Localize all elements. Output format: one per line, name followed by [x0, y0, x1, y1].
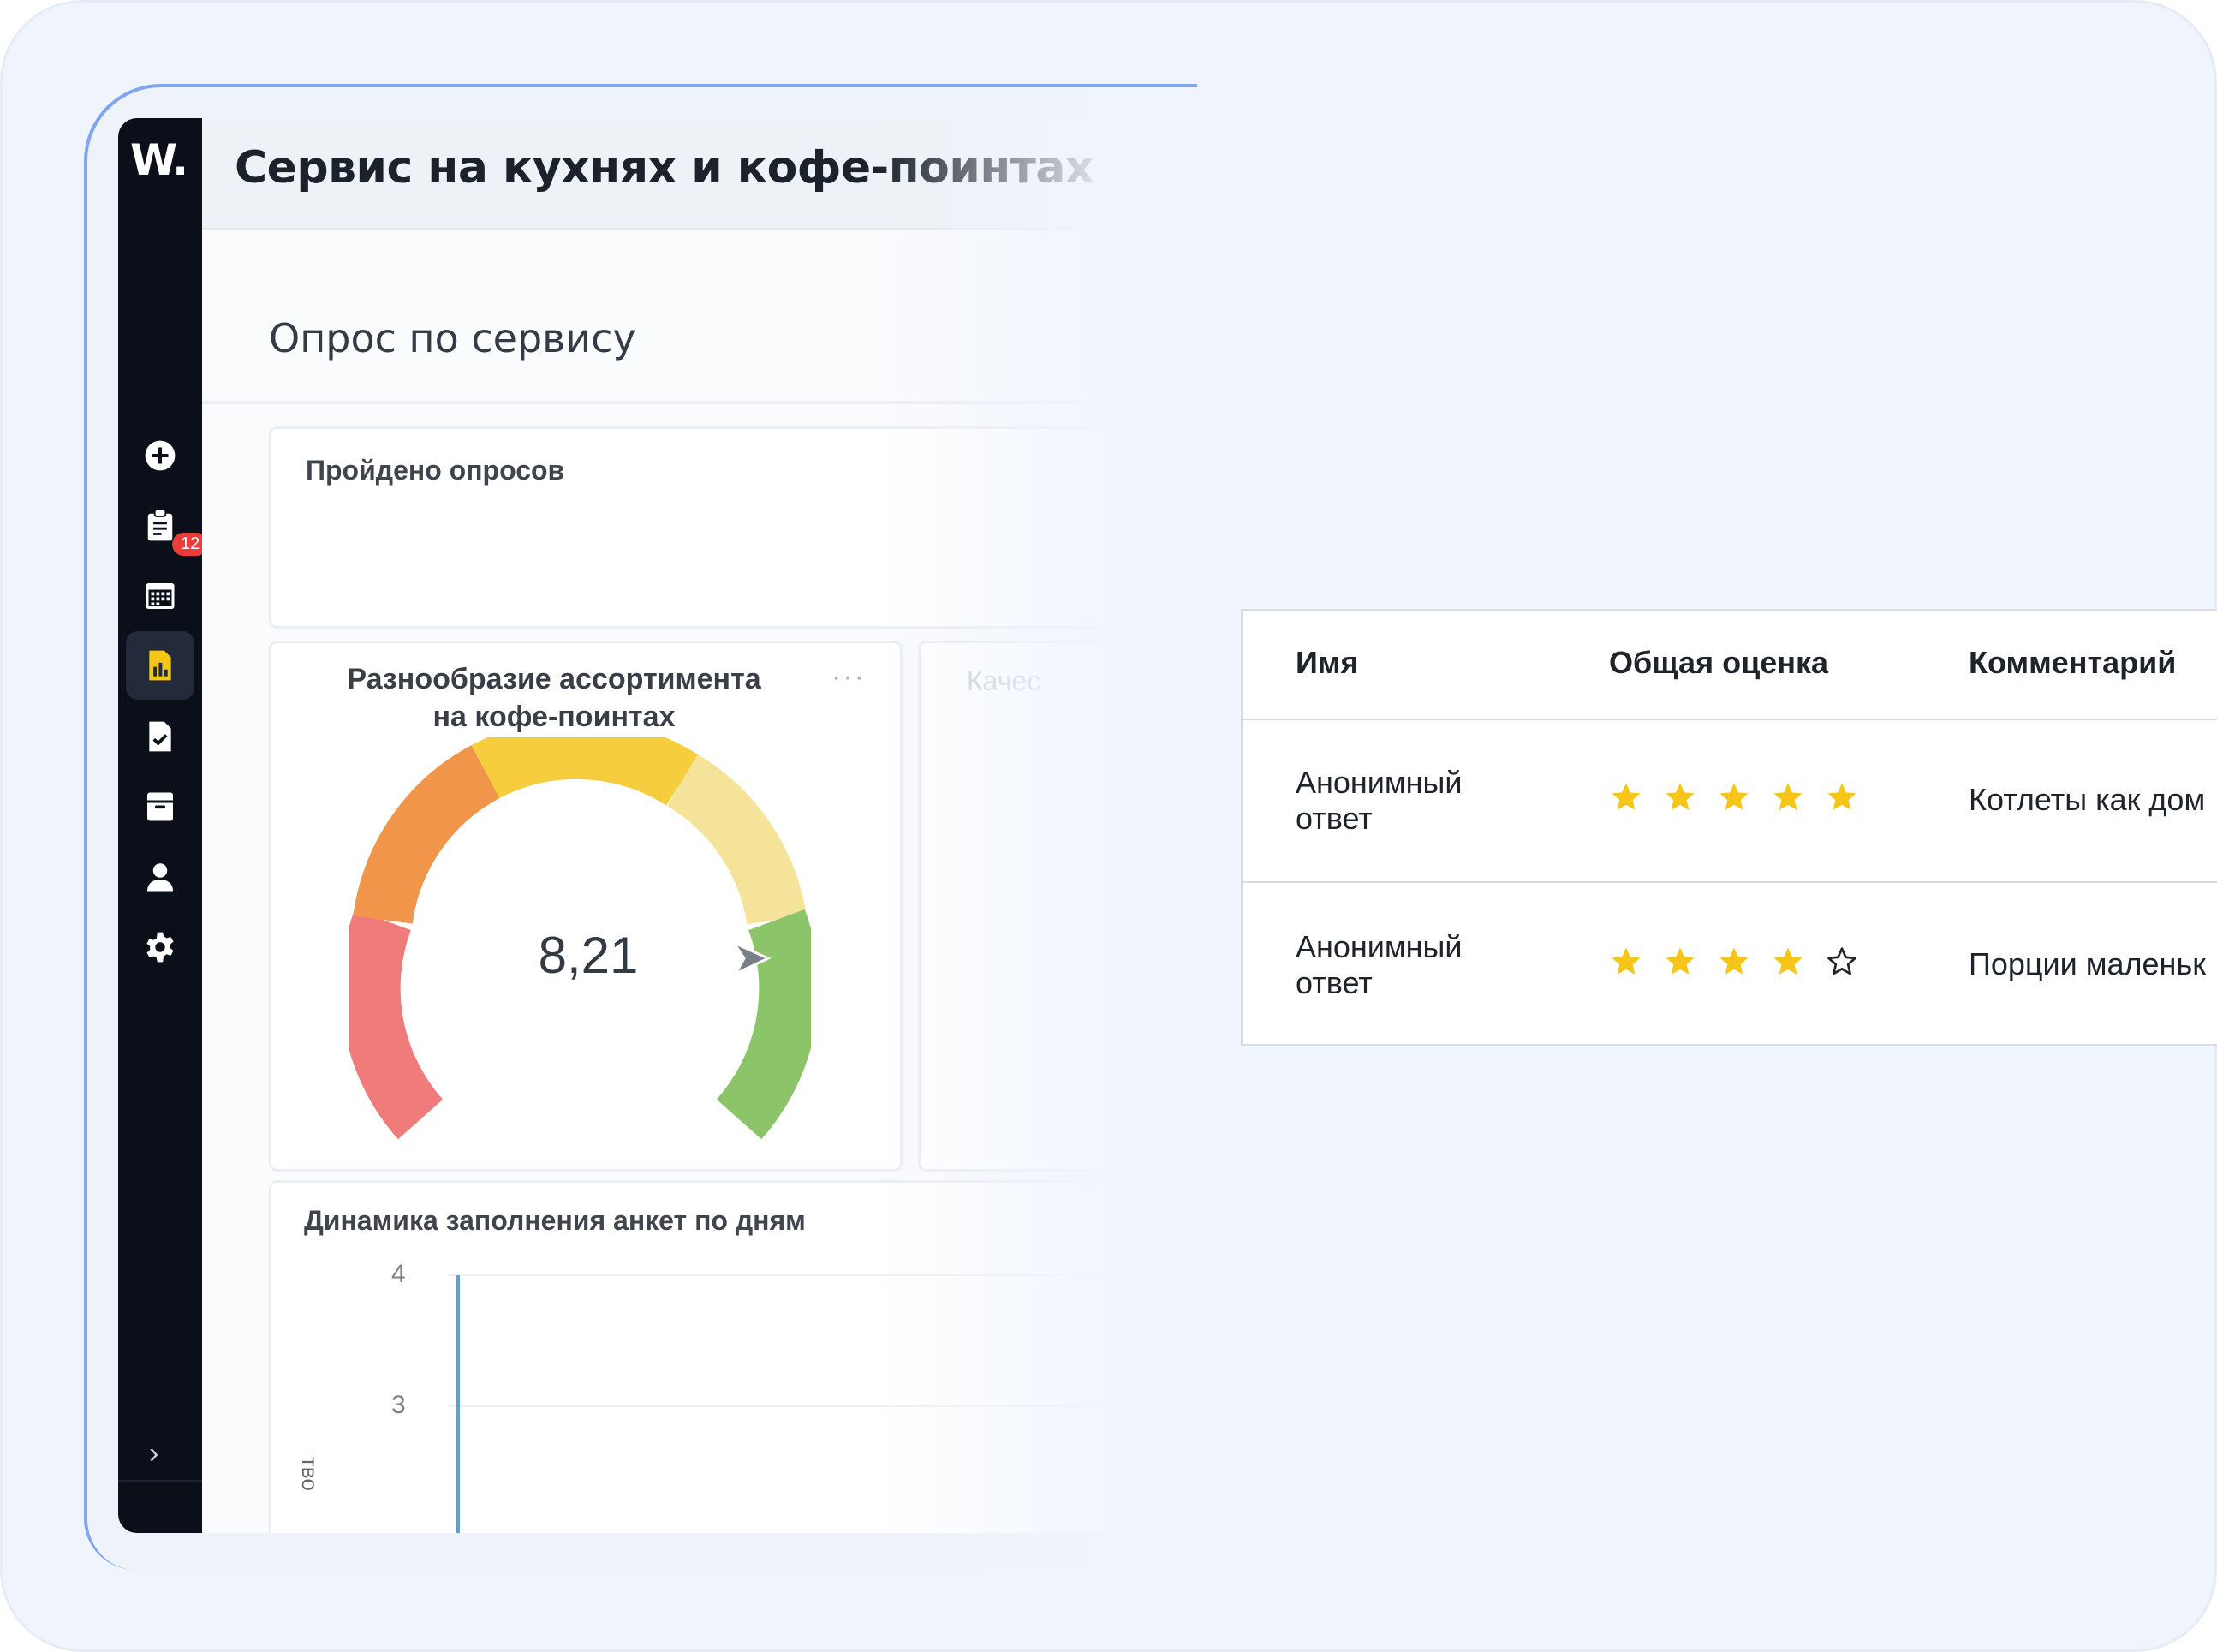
quality-card: Качес — [918, 641, 1195, 1172]
y-tick-label: 3 — [391, 1391, 406, 1419]
column-header-rating[interactable]: Общая оценка — [1609, 645, 1828, 681]
user-icon[interactable] — [138, 855, 182, 899]
gauge-segment-yellow — [471, 737, 699, 806]
reviewer-name-line1: Анонимный — [1296, 765, 1463, 800]
completed-surveys-title: Пройдено опросов — [306, 455, 565, 486]
star-filled-icon — [1666, 947, 1695, 975]
gridline — [448, 1274, 1195, 1276]
star-empty-icon — [1827, 947, 1856, 975]
add-icon[interactable] — [138, 433, 182, 478]
star-rating — [1609, 780, 1883, 818]
y-tick-label: 4 — [391, 1260, 406, 1288]
gauge-title-line1: Разнообразие ассортимента — [347, 663, 761, 695]
gauge-value: 8,21 — [538, 927, 639, 984]
page-header: Сервис на кухнях и кофе-поинтах — [202, 118, 1195, 230]
column-header-comment[interactable]: Комментарий — [1969, 645, 2176, 681]
reviews-table: Имя Общая оценка Комментарий Анонимный о… — [1241, 609, 2217, 1046]
star-filled-icon — [1719, 783, 1749, 810]
gauge-card-title: Разнообразие ассортимента на кофе-поинта… — [306, 660, 802, 736]
card-menu-icon[interactable]: ··· — [831, 660, 866, 694]
completed-surveys-card: Пройдено опросов — [269, 426, 1195, 629]
clipboard-icon[interactable]: 12 — [138, 504, 209, 556]
star-filled-icon — [1827, 783, 1856, 810]
y-axis-label: тво — [297, 1457, 323, 1491]
header-divider — [1243, 719, 2217, 720]
reviewer-name-line2: ответ — [1296, 965, 1373, 1000]
page-title: Сервис на кухнях и кофе-поинтах — [235, 142, 1094, 194]
dynamics-chart-card: Динамика заполнения анкет по дням 4 3 тв… — [269, 1180, 1195, 1533]
column-header-name[interactable]: Имя — [1296, 645, 1359, 681]
main-area: Сервис на кухнях и кофе-поинтах Опрос по… — [202, 118, 1195, 1533]
sidebar-divider — [118, 1480, 202, 1482]
reviewer-name: Анонимный ответ — [1296, 765, 1463, 837]
document-check-icon[interactable] — [138, 714, 182, 759]
gauge-title-line2: на кофе-поинтах — [432, 701, 676, 733]
row-divider — [1243, 881, 2217, 883]
chart-series-line — [456, 1275, 460, 1533]
reviewer-name-line1: Анонимный — [1296, 929, 1463, 964]
gauge-segment-orange — [353, 745, 501, 925]
star-filled-icon — [1773, 783, 1803, 810]
expand-sidebar-chevron-icon[interactable]: › — [149, 1437, 158, 1470]
star-filled-icon — [1612, 783, 1641, 810]
star-filled-icon — [1773, 947, 1803, 975]
gauge-segment-light-yellow — [666, 754, 807, 926]
gridline — [448, 1405, 1195, 1407]
app-logo[interactable]: W. — [130, 135, 188, 185]
assortment-gauge-card: Разнообразие ассортимента на кофе-поинта… — [269, 641, 903, 1172]
star-filled-icon — [1666, 783, 1695, 810]
gear-icon[interactable] — [138, 925, 182, 969]
reviewer-name: Анонимный ответ — [1296, 929, 1463, 1001]
archive-icon[interactable] — [138, 784, 182, 829]
calendar-icon[interactable] — [138, 574, 182, 618]
quality-card-title: Качес — [967, 665, 1041, 696]
star-filled-icon — [1612, 947, 1641, 975]
section-divider — [202, 401, 1195, 404]
reviewer-name-line2: ответ — [1296, 801, 1373, 836]
report-chart-icon[interactable] — [126, 631, 194, 700]
star-filled-icon — [1719, 947, 1749, 975]
dashboard-content: Опрос по сервису Пройдено опросов Разноо… — [202, 230, 1195, 1533]
survey-section-title: Опрос по сервису — [269, 315, 636, 361]
review-comment: Порции маленьк — [1969, 946, 2206, 981]
dynamics-chart-title: Динамика заполнения анкет по дням — [304, 1205, 806, 1236]
review-comment: Котлеты как дом — [1969, 782, 2206, 817]
star-rating — [1609, 945, 1883, 982]
sidebar: W. 12 › — [118, 118, 209, 1533]
